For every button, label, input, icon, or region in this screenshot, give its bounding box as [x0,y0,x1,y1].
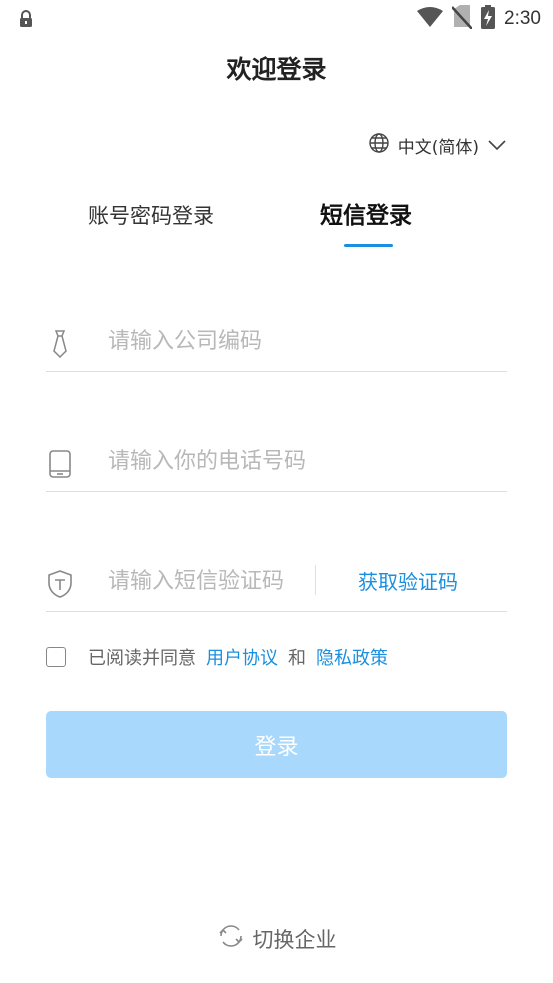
agreement-prefix: 已阅读并同意 [88,648,196,669]
agreement-checkbox[interactable] [46,647,66,667]
shield-icon [46,569,74,599]
status-time: 2:30 [504,8,541,29]
wifi-icon [417,7,444,31]
switch-company-label: 切换企业 [252,927,337,952]
battery-charging-icon [481,5,496,33]
active-tab-indicator [344,244,393,247]
login-tabs: 账号密码登录 短信登录 [0,196,553,252]
user-agreement-link[interactable]: 用户协议 [206,644,278,670]
sms-code-field: 获取验证码 [46,549,507,612]
login-button[interactable]: 登录 [46,711,507,778]
language-label: 中文(简体) [397,138,479,158]
lock-icon [19,10,33,32]
switch-company-button[interactable]: 切换企业 [0,922,553,955]
page-title: 欢迎登录 [226,55,327,84]
tab-password-login[interactable]: 账号密码登录 [88,200,214,230]
agreement-and: 和 [288,648,306,669]
sms-code-input[interactable] [108,561,308,601]
language-selector[interactable]: 中文(简体) [368,132,507,159]
status-bar: 2:30 [0,0,553,38]
phone-field [46,429,507,492]
status-icons: 2:30 [417,5,541,33]
code-divider [315,565,316,595]
tie-icon [46,329,74,359]
get-code-button[interactable]: 获取验证码 [358,566,458,595]
company-code-input[interactable] [108,321,488,361]
privacy-policy-link[interactable]: 隐私政策 [316,644,388,670]
globe-icon [368,132,390,159]
refresh-icon [217,922,245,955]
chevron-down-icon [487,136,507,156]
phone-icon [46,449,74,479]
agreement-row: 已阅读并同意 用户协议 和 隐私政策 [46,645,398,669]
no-sim-icon [451,5,473,33]
tab-sms-login[interactable]: 短信登录 [320,196,412,230]
phone-input[interactable] [108,441,488,481]
company-code-field [46,309,507,372]
